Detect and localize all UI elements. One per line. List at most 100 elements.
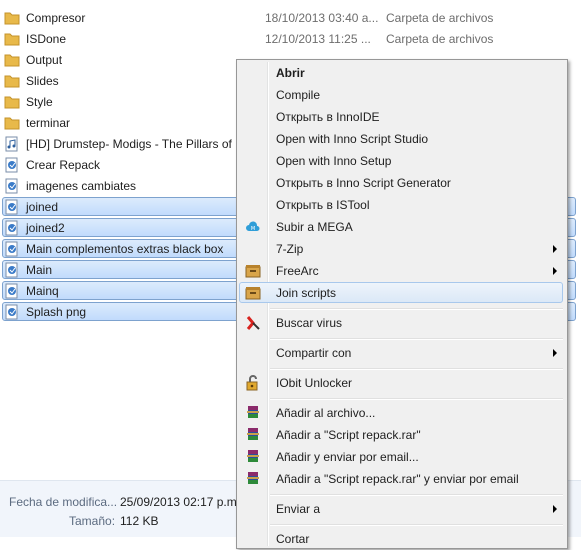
file-type: Carpeta de archivos	[386, 11, 494, 25]
menu-separator	[270, 338, 563, 340]
menu-item-join-scripts[interactable]: Join scripts	[239, 282, 565, 304]
join-scripts-icon	[245, 285, 261, 301]
menu-item-anadir-enviar-email[interactable]: Añadir y enviar por email...	[239, 446, 565, 468]
menu-item-compile[interactable]: Compile	[239, 84, 565, 106]
menu-item-cortar[interactable]: Cortar	[239, 528, 565, 550]
file-date: 12/10/2013 11:25 ...	[265, 32, 371, 46]
file-name: imagenes cambiates	[26, 179, 137, 193]
submenu-arrow-icon	[553, 245, 557, 253]
file-name: Output	[26, 53, 63, 67]
menu-item-open-inno-script-generator[interactable]: Открыть в Inno Script Generator	[239, 172, 565, 194]
submenu-arrow-icon	[553, 505, 557, 513]
file-name: Slides	[26, 74, 59, 88]
file-row-compresor[interactable]: Compresor 18/10/2013 03:40 a... Carpeta …	[0, 8, 581, 28]
antivirus-icon	[245, 315, 261, 331]
menu-item-anadir-script-repack-email[interactable]: Añadir a "Script repack.rar" y enviar po…	[239, 468, 565, 490]
menu-item-label: Abrir	[276, 66, 305, 80]
menu-item-label: Open with Inno Setup	[276, 154, 392, 168]
mega-cloud-icon: M	[245, 219, 261, 235]
file-name: Main complementos extras black box	[26, 242, 224, 256]
menu-separator	[270, 368, 563, 370]
file-name: Main	[26, 263, 53, 277]
script-file-icon	[4, 220, 20, 236]
folder-icon	[4, 73, 20, 89]
folder-icon	[4, 31, 20, 47]
menu-item-label: Compile	[276, 88, 321, 102]
menu-item-label: Añadir a "Script repack.rar"	[276, 428, 421, 442]
menu-item-label: Buscar virus	[276, 316, 343, 330]
script-file-icon	[4, 241, 20, 257]
folder-icon	[4, 10, 20, 26]
freearc-icon	[245, 263, 261, 279]
script-file-icon	[4, 157, 20, 173]
menu-separator	[270, 308, 563, 310]
winrar-icon	[245, 405, 261, 421]
menu-item-freearc[interactable]: FreeArc	[239, 260, 565, 282]
menu-item-buscar-virus[interactable]: Buscar virus	[239, 312, 565, 334]
script-file-icon	[4, 262, 20, 278]
file-name: [HD] Drumstep- Modigs - The Pillars of	[26, 137, 232, 151]
menu-item-label: Añadir a "Script repack.rar" y enviar po…	[276, 472, 519, 486]
file-name: ISDone	[26, 32, 67, 46]
menu-item-label: Открыть в Inno Script Generator	[276, 176, 451, 190]
menu-item-label: FreeArc	[276, 264, 319, 278]
script-file-icon	[4, 283, 20, 299]
menu-item-label: Open with Inno Script Studio	[276, 132, 429, 146]
winrar-icon	[245, 471, 261, 487]
menu-item-label: Enviar a	[276, 502, 321, 516]
unlocker-icon	[245, 375, 261, 391]
menu-separator	[270, 398, 563, 400]
script-file-icon	[4, 199, 20, 215]
file-name: joined2	[26, 221, 65, 235]
file-name: joined	[26, 200, 59, 214]
audio-file-icon	[4, 136, 20, 152]
menu-item-compartir-con[interactable]: Compartir con	[239, 342, 565, 364]
size-value: 112 KB	[120, 514, 159, 528]
menu-separator	[270, 524, 563, 526]
menu-item-label: Añadir y enviar por email...	[276, 450, 419, 464]
script-file-icon	[4, 178, 20, 194]
menu-item-anadir-script-repack[interactable]: Añadir a "Script repack.rar"	[239, 424, 565, 446]
menu-item-label: Открыть в ISTool	[276, 198, 370, 212]
winrar-icon	[245, 449, 261, 465]
menu-item-anadir-archivo[interactable]: Añadir al archivo...	[239, 402, 565, 424]
modified-label: Fecha de modifica...	[9, 495, 118, 509]
menu-item-label: Subir a MEGA	[276, 220, 353, 234]
file-name: Style	[26, 95, 53, 109]
menu-item-subir-mega[interactable]: M Subir a MEGA	[239, 216, 565, 238]
file-name: Splash png	[26, 305, 87, 319]
file-row-isdone[interactable]: ISDone 12/10/2013 11:25 ... Carpeta de a…	[0, 29, 581, 49]
submenu-arrow-icon	[553, 349, 557, 357]
menu-item-label: Join scripts	[276, 286, 337, 300]
file-name: Crear Repack	[26, 158, 101, 172]
menu-item-label: Cortar	[276, 532, 310, 546]
menu-item-label: 7-Zip	[276, 242, 304, 256]
folder-icon	[4, 94, 20, 110]
file-name: Compresor	[26, 11, 86, 25]
menu-item-enviar-a[interactable]: Enviar a	[239, 498, 565, 520]
menu-item-iobit-unlocker[interactable]: IObit Unlocker	[239, 372, 565, 394]
menu-item-label: IObit Unlocker	[276, 376, 353, 390]
file-date: 18/10/2013 03:40 a...	[265, 11, 379, 25]
size-label: Tamaño:	[69, 514, 116, 528]
menu-item-label: Открыть в InnoIDE	[276, 110, 380, 124]
menu-separator	[270, 494, 563, 496]
file-name: Mainq	[26, 284, 59, 298]
menu-item-open-istool[interactable]: Открыть в ISTool	[239, 194, 565, 216]
menu-item-7zip[interactable]: 7-Zip	[239, 238, 565, 260]
file-name: terminar	[26, 116, 71, 130]
menu-item-label: Compartir con	[276, 346, 352, 360]
submenu-arrow-icon	[553, 267, 557, 275]
menu-item-label: Añadir al archivo...	[276, 406, 376, 420]
folder-icon	[4, 52, 20, 68]
menu-item-open-inno-script-studio[interactable]: Open with Inno Script Studio	[239, 128, 565, 150]
script-file-icon	[4, 304, 20, 320]
winrar-icon	[245, 427, 261, 443]
folder-icon	[4, 115, 20, 131]
menu-item-open-innoide[interactable]: Открыть в InnoIDE	[239, 106, 565, 128]
menu-item-open-inno-setup[interactable]: Open with Inno Setup	[239, 150, 565, 172]
context-menu: Abrir Compile Открыть в InnoIDE Open wit…	[236, 59, 568, 549]
menu-item-abrir[interactable]: Abrir	[239, 62, 565, 84]
file-type: Carpeta de archivos	[386, 32, 494, 46]
svg-text:M: M	[251, 226, 255, 232]
